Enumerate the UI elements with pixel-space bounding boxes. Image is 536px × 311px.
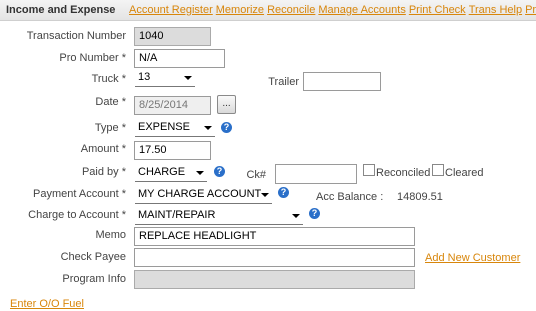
type-label: Type *: [94, 122, 126, 134]
trailer-label: Trailer: [268, 76, 299, 88]
memo-label: Memo: [95, 229, 126, 241]
reconciled-checkbox[interactable]: [363, 164, 375, 176]
program-info-label: Program Info: [62, 273, 126, 285]
amount-input[interactable]: 17.50: [134, 141, 211, 160]
chevron-down-icon: [261, 193, 269, 197]
program-info-field: [134, 270, 415, 289]
truck-value: 13: [138, 71, 151, 83]
date-input[interactable]: 8/25/2014: [134, 96, 211, 115]
question-mark-icon[interactable]: ?: [221, 122, 232, 133]
account-register-link[interactable]: Account Register: [129, 4, 213, 16]
question-mark-icon[interactable]: ?: [278, 187, 289, 198]
transaction-number-label: Transaction Number: [26, 30, 126, 42]
paid-by-select[interactable]: CHARGE: [135, 165, 207, 182]
trans-help-link[interactable]: Trans Help: [469, 4, 522, 16]
truck-select[interactable]: 13: [135, 70, 195, 87]
memorize-link[interactable]: Memorize: [216, 4, 264, 16]
type-value: EXPENSE: [138, 121, 190, 133]
charge-to-account-label: Charge to Account *: [28, 209, 126, 221]
question-mark-icon[interactable]: ?: [309, 208, 320, 219]
question-mark-icon[interactable]: ?: [214, 166, 225, 177]
check-payee-input[interactable]: [134, 248, 415, 267]
payment-account-label: Payment Account *: [33, 188, 126, 200]
date-label: Date *: [95, 96, 126, 108]
pro-link[interactable]: Pro: [525, 4, 536, 16]
paid-by-value: CHARGE: [138, 166, 186, 178]
date-picker-button[interactable]: ...: [217, 95, 236, 114]
pro-number-label: Pro Number *: [59, 52, 126, 64]
acc-balance-value: 14809.51: [397, 191, 443, 203]
pro-number-input[interactable]: N/A: [134, 49, 225, 68]
acc-balance-label: Acc Balance :: [316, 191, 384, 203]
chevron-down-icon: [184, 76, 192, 80]
trailer-input[interactable]: [303, 72, 381, 91]
ck-number-label: Ck#: [246, 169, 266, 181]
check-payee-label: Check Payee: [60, 251, 126, 263]
ck-number-input[interactable]: [275, 164, 357, 184]
header-bar: Income and Expense Account Register Memor…: [0, 0, 536, 21]
payment-account-select[interactable]: MY CHARGE ACCOUNT: [135, 187, 272, 204]
transaction-number-field: 1040: [134, 27, 211, 46]
cleared-label: Cleared: [445, 167, 484, 179]
page-title: Income and Expense: [6, 4, 116, 16]
payment-account-value: MY CHARGE ACCOUNT: [138, 188, 262, 200]
reconciled-label: Reconciled: [376, 167, 431, 179]
manage-accounts-link[interactable]: Manage Accounts: [318, 4, 405, 16]
chevron-down-icon: [196, 171, 204, 175]
cleared-checkbox[interactable]: [432, 164, 444, 176]
header-links: Account Register Memorize Reconcile Manage …: [129, 4, 536, 16]
type-select[interactable]: EXPENSE: [135, 120, 215, 137]
charge-to-account-value: MAINT/REPAIR: [138, 209, 216, 221]
chevron-down-icon: [292, 214, 300, 218]
chevron-down-icon: [204, 126, 212, 130]
amount-label: Amount *: [80, 143, 126, 155]
enter-oo-fuel-link[interactable]: Enter O/O Fuel: [10, 298, 84, 310]
charge-to-account-select[interactable]: MAINT/REPAIR: [135, 208, 303, 225]
print-check-link[interactable]: Print Check: [409, 4, 466, 16]
truck-label: Truck *: [91, 73, 126, 85]
add-new-customer-link[interactable]: Add New Customer: [425, 252, 520, 264]
paid-by-label: Paid by *: [81, 166, 126, 178]
memo-input[interactable]: REPLACE HEADLIGHT: [134, 227, 415, 246]
reconcile-link[interactable]: Reconcile: [267, 4, 315, 16]
